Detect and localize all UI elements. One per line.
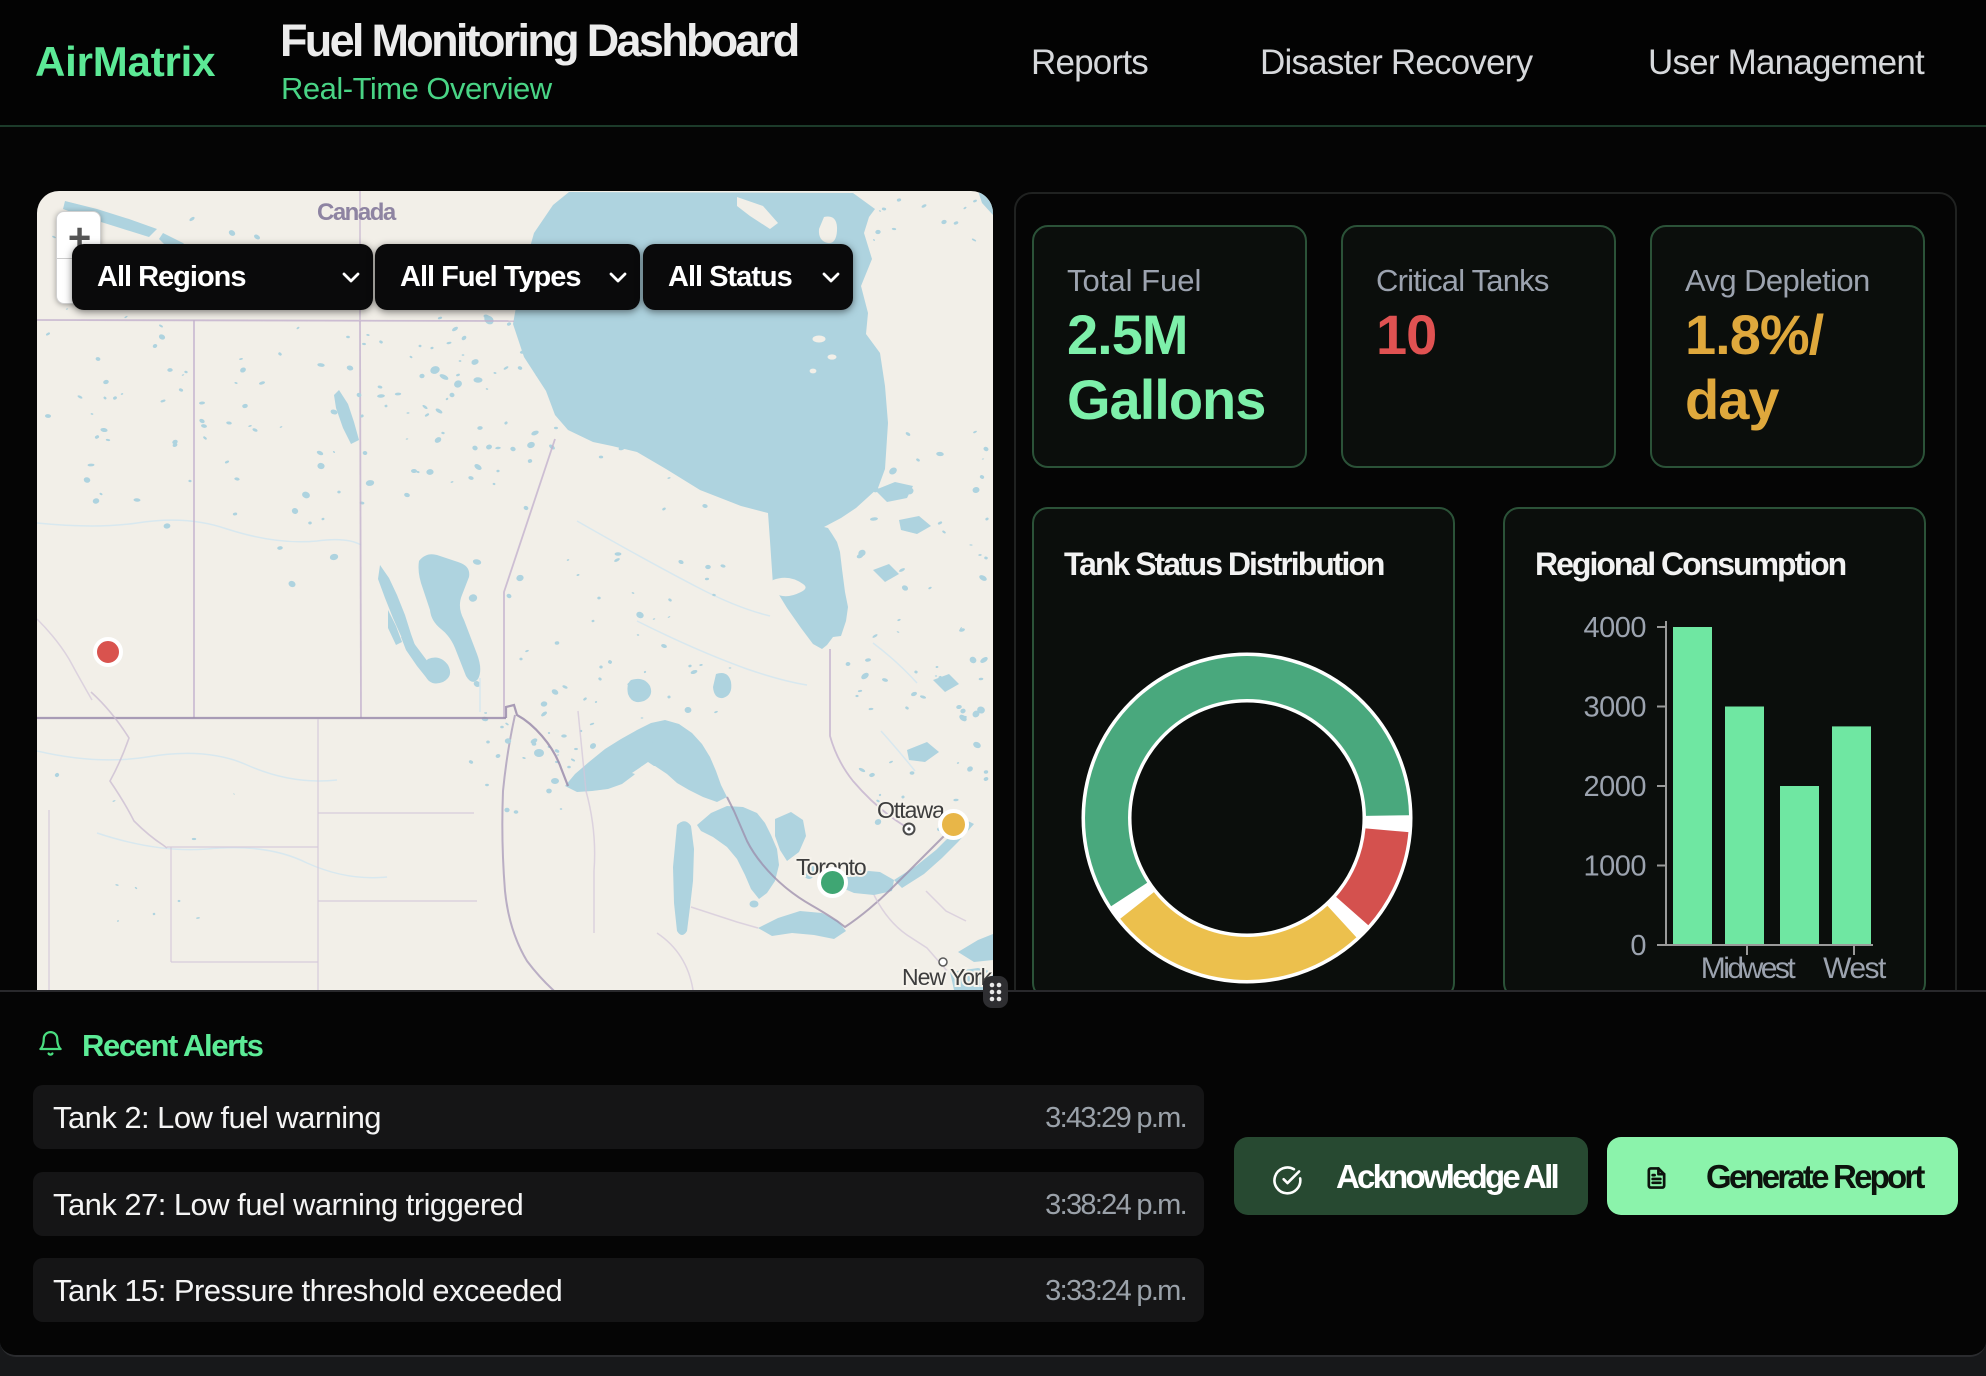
svg-text:Midwest: Midwest	[1701, 952, 1797, 985]
svg-text:1000: 1000	[1583, 851, 1646, 883]
svg-text:New York: New York	[902, 964, 993, 990]
svg-text:3000: 3000	[1583, 692, 1646, 724]
svg-text:4000: 4000	[1583, 612, 1646, 644]
svg-text:0: 0	[1630, 930, 1646, 962]
svg-text:West: West	[1823, 952, 1887, 985]
svg-text:Ottawa: Ottawa	[877, 797, 945, 823]
svg-text:2000: 2000	[1583, 771, 1646, 803]
svg-text:Canada: Canada	[317, 199, 397, 226]
